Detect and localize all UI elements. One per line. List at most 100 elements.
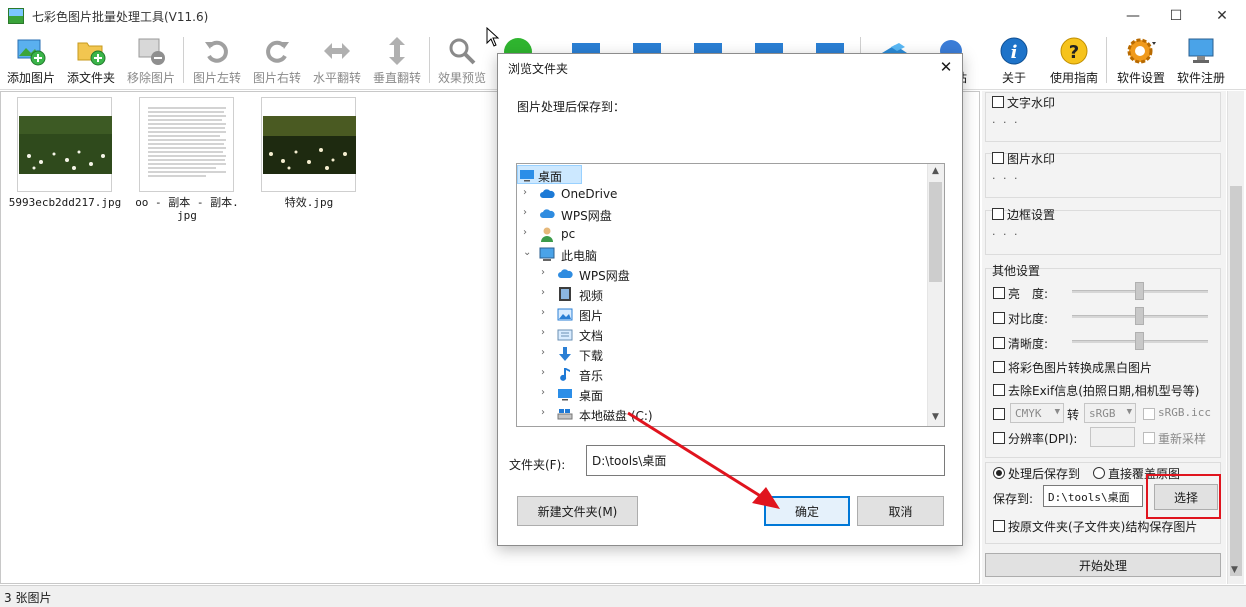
remove-image-label: 移除图片 bbox=[126, 71, 175, 85]
about-button[interactable]: i 关于 bbox=[985, 33, 1043, 87]
file-name: 特效.jpg bbox=[284, 196, 334, 209]
add-image-icon bbox=[17, 39, 46, 66]
maximize-button[interactable]: ☐ bbox=[1153, 0, 1199, 31]
color-to-value: sRGB bbox=[1089, 407, 1116, 420]
flip-horizontal-button[interactable]: 水平翻转 bbox=[308, 33, 366, 87]
contrast-checkbox[interactable] bbox=[993, 312, 1005, 324]
brightness-slider-thumb[interactable] bbox=[1135, 282, 1144, 300]
sharpness-slider-thumb[interactable] bbox=[1135, 332, 1144, 350]
contrast-slider-thumb[interactable] bbox=[1135, 307, 1144, 325]
keep-structure-checkbox[interactable] bbox=[993, 520, 1005, 532]
brightness-checkbox[interactable] bbox=[993, 287, 1005, 299]
tree-node-desktop-sub[interactable]: › 桌面 bbox=[541, 385, 841, 404]
minimize-button[interactable]: — bbox=[1110, 0, 1156, 31]
sharpness-checkbox[interactable] bbox=[993, 337, 1005, 349]
settings-button[interactable]: 软件设置 bbox=[1112, 33, 1170, 87]
start-process-button[interactable]: 开始处理 bbox=[985, 553, 1221, 577]
flip-vertical-label: 垂直翻转 bbox=[372, 71, 421, 85]
save-to-input[interactable]: D:\tools\桌面 bbox=[1043, 485, 1143, 507]
icc-checkbox[interactable] bbox=[1143, 408, 1155, 420]
resample-checkbox[interactable] bbox=[1143, 432, 1155, 444]
add-image-label: 添加图片 bbox=[6, 71, 55, 85]
chevron-right-icon[interactable]: › bbox=[523, 227, 533, 238]
folder-tree[interactable]: 桌面 › OneDrive › WPS网盘 › pc ⌄ 此电脑 › WPS网盘… bbox=[516, 163, 945, 427]
image-watermark-checkbox[interactable] bbox=[992, 152, 1004, 164]
dpi-checkbox[interactable] bbox=[993, 432, 1005, 444]
color-to-select[interactable]: sRGB ▼ bbox=[1084, 403, 1136, 423]
text-watermark-checkbox[interactable] bbox=[992, 96, 1004, 108]
chevron-down-icon[interactable]: ⌄ bbox=[523, 247, 533, 258]
app-icon bbox=[8, 8, 24, 24]
tree-node-downloads[interactable]: › 下载 bbox=[541, 345, 841, 364]
tree-node-label: 此电脑 bbox=[561, 249, 598, 263]
image-thumbnail[interactable] bbox=[139, 97, 234, 192]
scroll-down-icon[interactable]: ▼ bbox=[932, 412, 939, 422]
border-checkbox[interactable] bbox=[992, 208, 1004, 220]
help-icon: ? bbox=[1060, 37, 1088, 65]
grayscale-checkbox[interactable] bbox=[993, 361, 1005, 373]
rotate-right-button[interactable]: 图片右转 bbox=[248, 33, 306, 87]
tree-node-label: WPS网盘 bbox=[579, 269, 630, 283]
image-watermark-dots: · · · bbox=[992, 172, 1020, 185]
color-from-value: CMYK bbox=[1015, 407, 1042, 420]
sharpness-label: 清晰度: bbox=[1008, 337, 1049, 351]
chevron-right-icon[interactable]: › bbox=[541, 347, 551, 358]
remove-image-button[interactable]: 移除图片 bbox=[122, 33, 180, 87]
file-name: 5993ecb2dd217.jpg bbox=[8, 196, 122, 209]
chevron-right-icon[interactable]: › bbox=[523, 187, 533, 198]
drive-icon bbox=[557, 409, 573, 420]
scroll-down-icon[interactable]: ▼ bbox=[1231, 565, 1238, 575]
add-folder-button[interactable]: 添文件夹 bbox=[62, 33, 120, 87]
tree-node-documents[interactable]: › 文档 bbox=[541, 325, 841, 344]
add-folder-label: 添文件夹 bbox=[66, 71, 115, 85]
tree-scrollbar-thumb[interactable] bbox=[929, 182, 942, 282]
help-button[interactable]: ? 使用指南 bbox=[1045, 33, 1103, 87]
rotate-left-button[interactable]: 图片左转 bbox=[188, 33, 246, 87]
tree-node-label: WPS网盘 bbox=[561, 209, 612, 223]
chevron-right-icon[interactable]: › bbox=[541, 387, 551, 398]
settings-scrollbar[interactable]: ▼ bbox=[1227, 91, 1244, 584]
save-after-radio[interactable] bbox=[993, 467, 1005, 479]
status-bar bbox=[0, 585, 1246, 607]
add-image-button[interactable]: 添加图片 bbox=[2, 33, 60, 87]
tree-node-pictures[interactable]: › 图片 bbox=[541, 305, 841, 324]
dpi-input[interactable] bbox=[1090, 427, 1135, 447]
tree-node-music[interactable]: › 音乐 bbox=[541, 365, 841, 384]
tree-node-wps-sub[interactable]: › WPS网盘 bbox=[541, 265, 841, 284]
image-thumbnail[interactable] bbox=[261, 97, 356, 192]
remove-exif-label: 去除Exif信息(拍照日期,相机型号等) bbox=[1008, 384, 1200, 398]
dpi-label: 分辨率(DPI): bbox=[1008, 432, 1078, 446]
preview-button[interactable]: 效果预览 bbox=[433, 33, 491, 87]
register-button[interactable]: 软件注册 bbox=[1172, 33, 1230, 87]
chevron-right-icon[interactable]: › bbox=[541, 307, 551, 318]
flip-horizontal-label: 水平翻转 bbox=[312, 71, 361, 85]
remove-exif-checkbox[interactable] bbox=[993, 384, 1005, 396]
chevron-right-icon[interactable]: › bbox=[541, 407, 551, 418]
highlight-box bbox=[1146, 474, 1221, 519]
tree-node-pc-user[interactable]: › pc bbox=[523, 225, 823, 244]
overwrite-radio[interactable] bbox=[1093, 467, 1105, 479]
tree-node-this-pc[interactable]: ⌄ 此电脑 bbox=[523, 245, 823, 264]
scrollbar-thumb[interactable] bbox=[1230, 186, 1242, 576]
chevron-right-icon[interactable]: › bbox=[541, 367, 551, 378]
about-label: 关于 bbox=[1001, 71, 1026, 85]
tree-node-label: 文档 bbox=[579, 329, 604, 343]
scroll-up-icon[interactable]: ▲ bbox=[932, 166, 939, 176]
chevron-right-icon[interactable]: › bbox=[541, 327, 551, 338]
image-thumbnail[interactable] bbox=[17, 97, 112, 192]
tree-node-onedrive[interactable]: › OneDrive bbox=[523, 185, 823, 204]
flip-vertical-button[interactable]: 垂直翻转 bbox=[368, 33, 426, 87]
tree-node-desktop[interactable]: 桌面 bbox=[517, 165, 582, 184]
tree-node-wps[interactable]: › WPS网盘 bbox=[523, 205, 823, 224]
chevron-down-icon: ▼ bbox=[1126, 407, 1132, 417]
chevron-right-icon[interactable]: › bbox=[541, 267, 551, 278]
chevron-right-icon[interactable]: › bbox=[523, 207, 533, 218]
tree-node-videos[interactable]: › 视频 bbox=[541, 285, 841, 304]
close-button[interactable]: ✕ bbox=[1199, 0, 1245, 31]
chevron-right-icon[interactable]: › bbox=[541, 287, 551, 298]
cancel-button[interactable]: 取消 bbox=[857, 496, 944, 526]
dialog-close-button[interactable]: ✕ bbox=[932, 55, 960, 79]
tree-node-label: 音乐 bbox=[579, 369, 604, 383]
color-from-select[interactable]: CMYK ▼ bbox=[1010, 403, 1064, 423]
color-convert-checkbox[interactable] bbox=[993, 408, 1005, 420]
